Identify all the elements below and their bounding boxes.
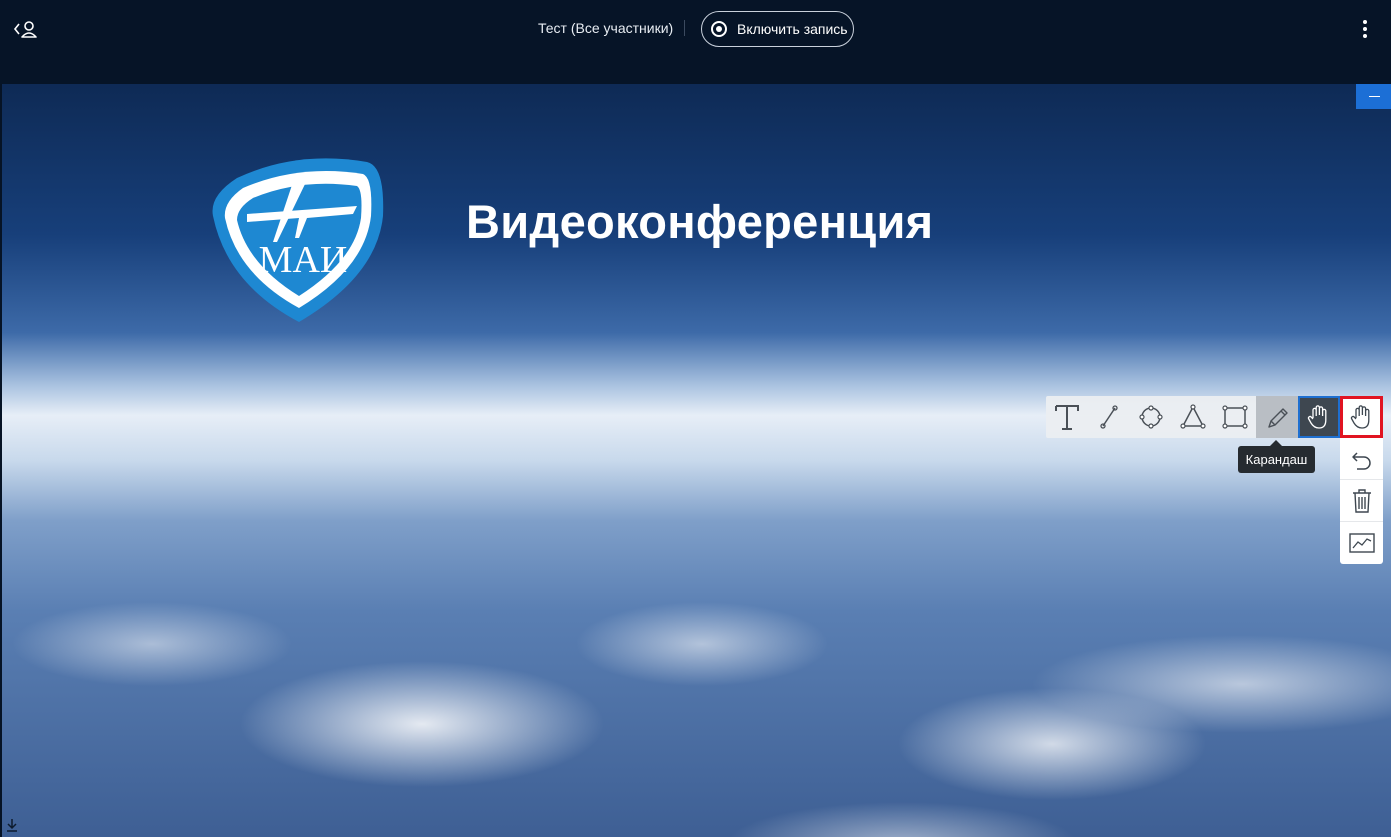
rectangle-tool-icon[interactable]	[1214, 396, 1256, 438]
slide-title: Видеоконференция	[466, 195, 934, 248]
pencil-tool-icon[interactable]	[1256, 396, 1298, 438]
back-user-icon[interactable]	[12, 18, 40, 40]
undo-icon	[1351, 451, 1371, 470]
chart-button[interactable]	[1340, 522, 1383, 564]
drawing-toolbar	[1046, 396, 1342, 438]
more-vertical-icon[interactable]	[1356, 18, 1374, 40]
triangle-tool-icon[interactable]	[1172, 396, 1214, 438]
top-bar: Тест (Все участники) Включить запись	[0, 0, 1391, 84]
hand-icon	[1350, 405, 1369, 429]
record-label: Включить запись	[737, 21, 848, 37]
download-icon[interactable]	[6, 818, 18, 832]
chart-icon	[1348, 533, 1375, 553]
text-tool-icon[interactable]	[1046, 396, 1088, 438]
undo-button[interactable]	[1340, 438, 1383, 480]
trash-icon	[1352, 488, 1371, 513]
minimize-icon	[1369, 96, 1380, 97]
side-tool-panel	[1340, 438, 1383, 564]
logo-text: МАИ	[259, 239, 348, 281]
hand-tool-icon[interactable]	[1298, 396, 1340, 438]
minimize-button[interactable]	[1356, 84, 1391, 109]
pencil-tooltip: Карандаш	[1238, 440, 1315, 473]
hand-toggle-button[interactable]	[1340, 396, 1383, 438]
mai-logo: МАИ	[207, 156, 387, 326]
conference-title: Тест (Все участники)	[538, 20, 674, 36]
ellipse-tool-icon[interactable]	[1130, 396, 1172, 438]
record-icon	[711, 21, 727, 37]
clear-button[interactable]	[1340, 480, 1383, 522]
record-button[interactable]: Включить запись	[701, 11, 854, 47]
app: Тест (Все участники) Включить запись МАИ…	[0, 0, 1391, 837]
title-separator	[684, 20, 685, 36]
presentation-slide: МАИ Видеоконференция	[2, 84, 1391, 837]
line-tool-icon[interactable]	[1088, 396, 1130, 438]
